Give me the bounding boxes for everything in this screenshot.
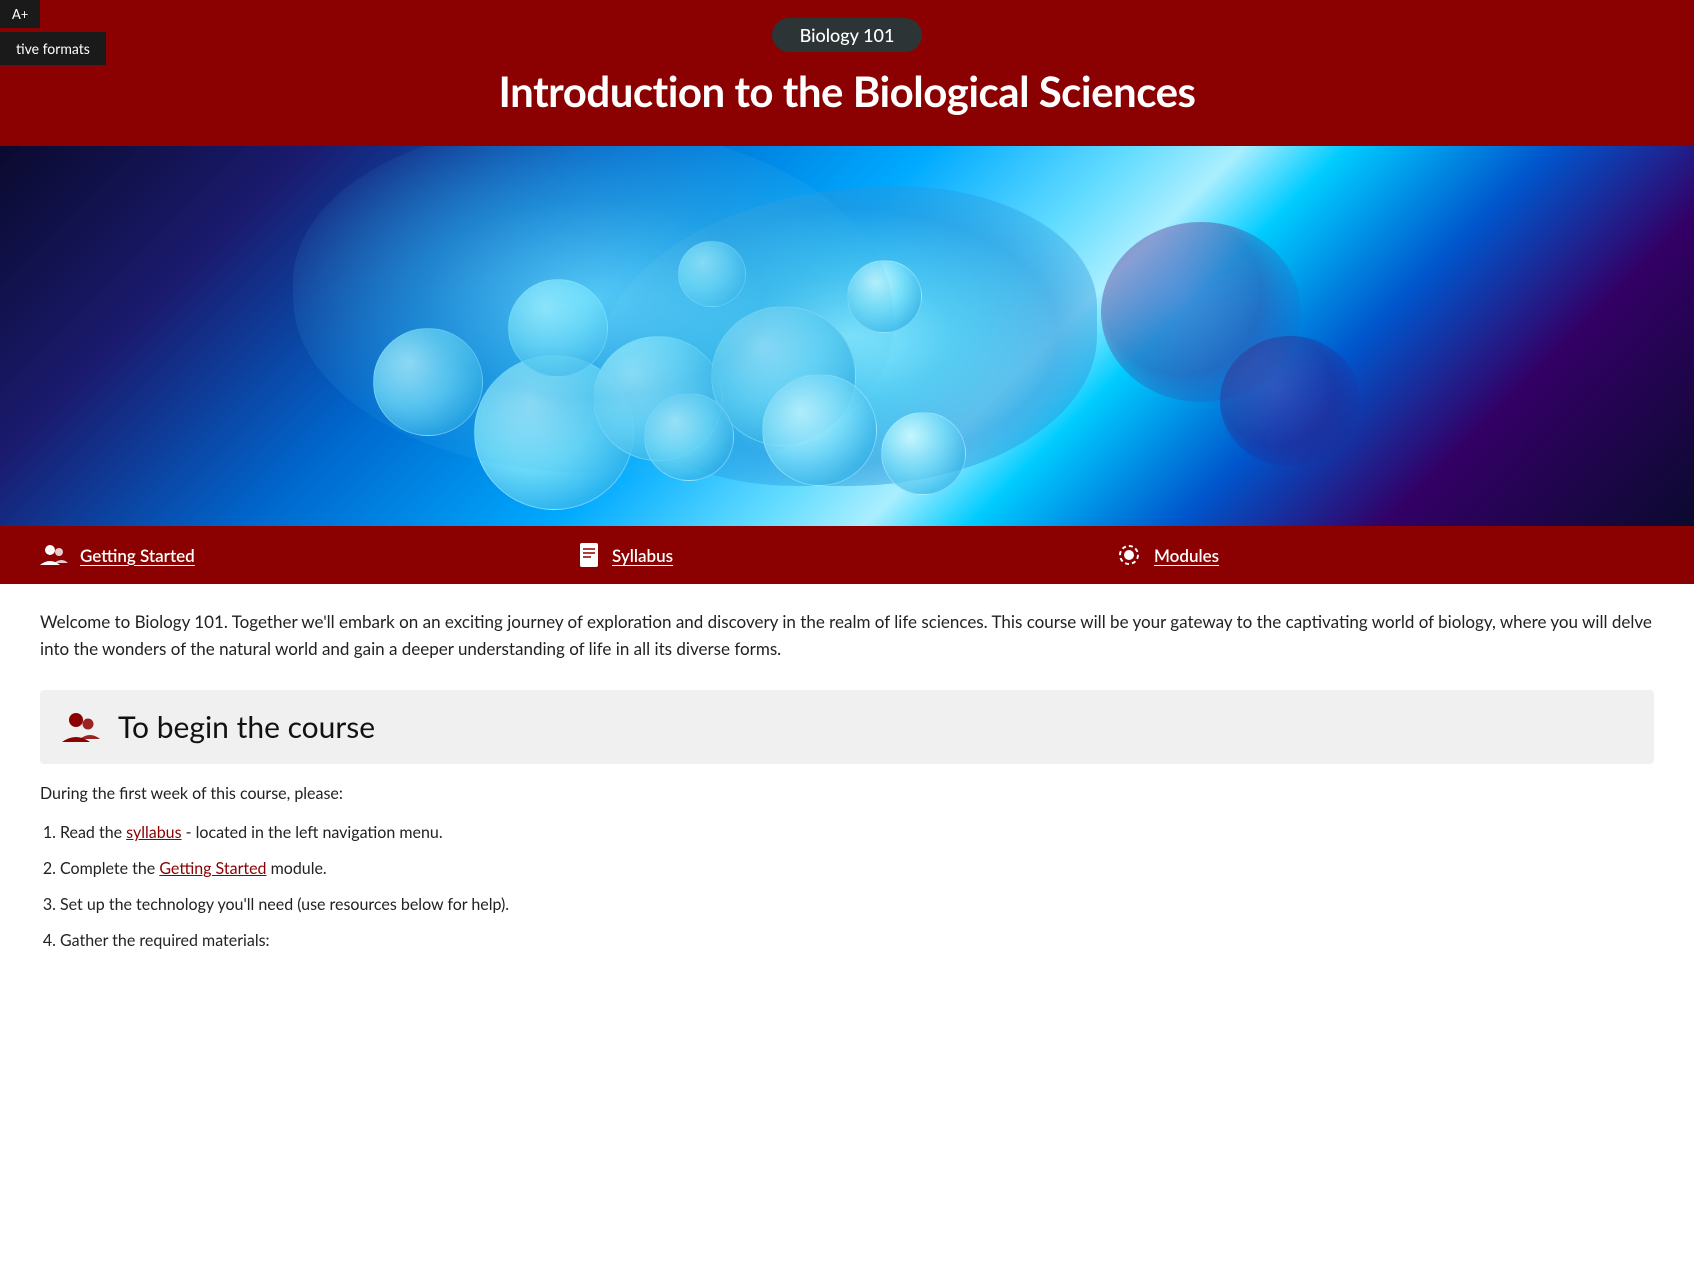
nav-getting-started[interactable]: Getting Started (40, 543, 578, 567)
corner-button[interactable]: A+ (0, 0, 40, 28)
document-icon (578, 542, 600, 568)
begin-section-header: To begin the course (40, 690, 1654, 764)
hero-bubbles (0, 146, 1694, 526)
begin-section-icon (60, 706, 102, 748)
course-tag: Biology 101 (772, 18, 923, 52)
first-week-text: During the first week of this course, pl… (40, 784, 1654, 803)
main-content: Welcome to Biology 101. Together we'll e… (0, 584, 1694, 985)
formats-tooltip: tive formats (0, 32, 106, 65)
intro-text: Welcome to Biology 101. Together we'll e… (40, 608, 1654, 662)
course-list: Read the syllabus - located in the left … (40, 817, 1654, 957)
list-item: Read the syllabus - located in the left … (60, 817, 1654, 849)
hero-image (0, 146, 1694, 526)
settings-icon (1116, 542, 1142, 568)
begin-section-title: To begin the course (118, 709, 375, 745)
nav-syllabus[interactable]: Syllabus (578, 542, 1116, 568)
nav-modules-label: Modules (1154, 545, 1219, 566)
list-item: Set up the technology you'll need (use r… (60, 889, 1654, 921)
getting-started-link[interactable]: Getting Started (159, 859, 266, 878)
nav-getting-started-label: Getting Started (80, 545, 195, 566)
header-bar: Biology 101 Introduction to the Biologic… (0, 0, 1694, 146)
nav-modules[interactable]: Modules (1116, 542, 1654, 568)
a-plus-icon: A+ (12, 6, 28, 22)
syllabus-link[interactable]: syllabus (126, 823, 181, 842)
people-icon (40, 543, 68, 567)
nav-syllabus-label: Syllabus (612, 545, 673, 566)
nav-bar: Getting Started Syllabus Modules (0, 526, 1694, 584)
list-item: Complete the Getting Started module. (60, 853, 1654, 885)
course-title: Introduction to the Biological Sciences (0, 66, 1694, 126)
list-item: Gather the required materials: (60, 925, 1654, 957)
